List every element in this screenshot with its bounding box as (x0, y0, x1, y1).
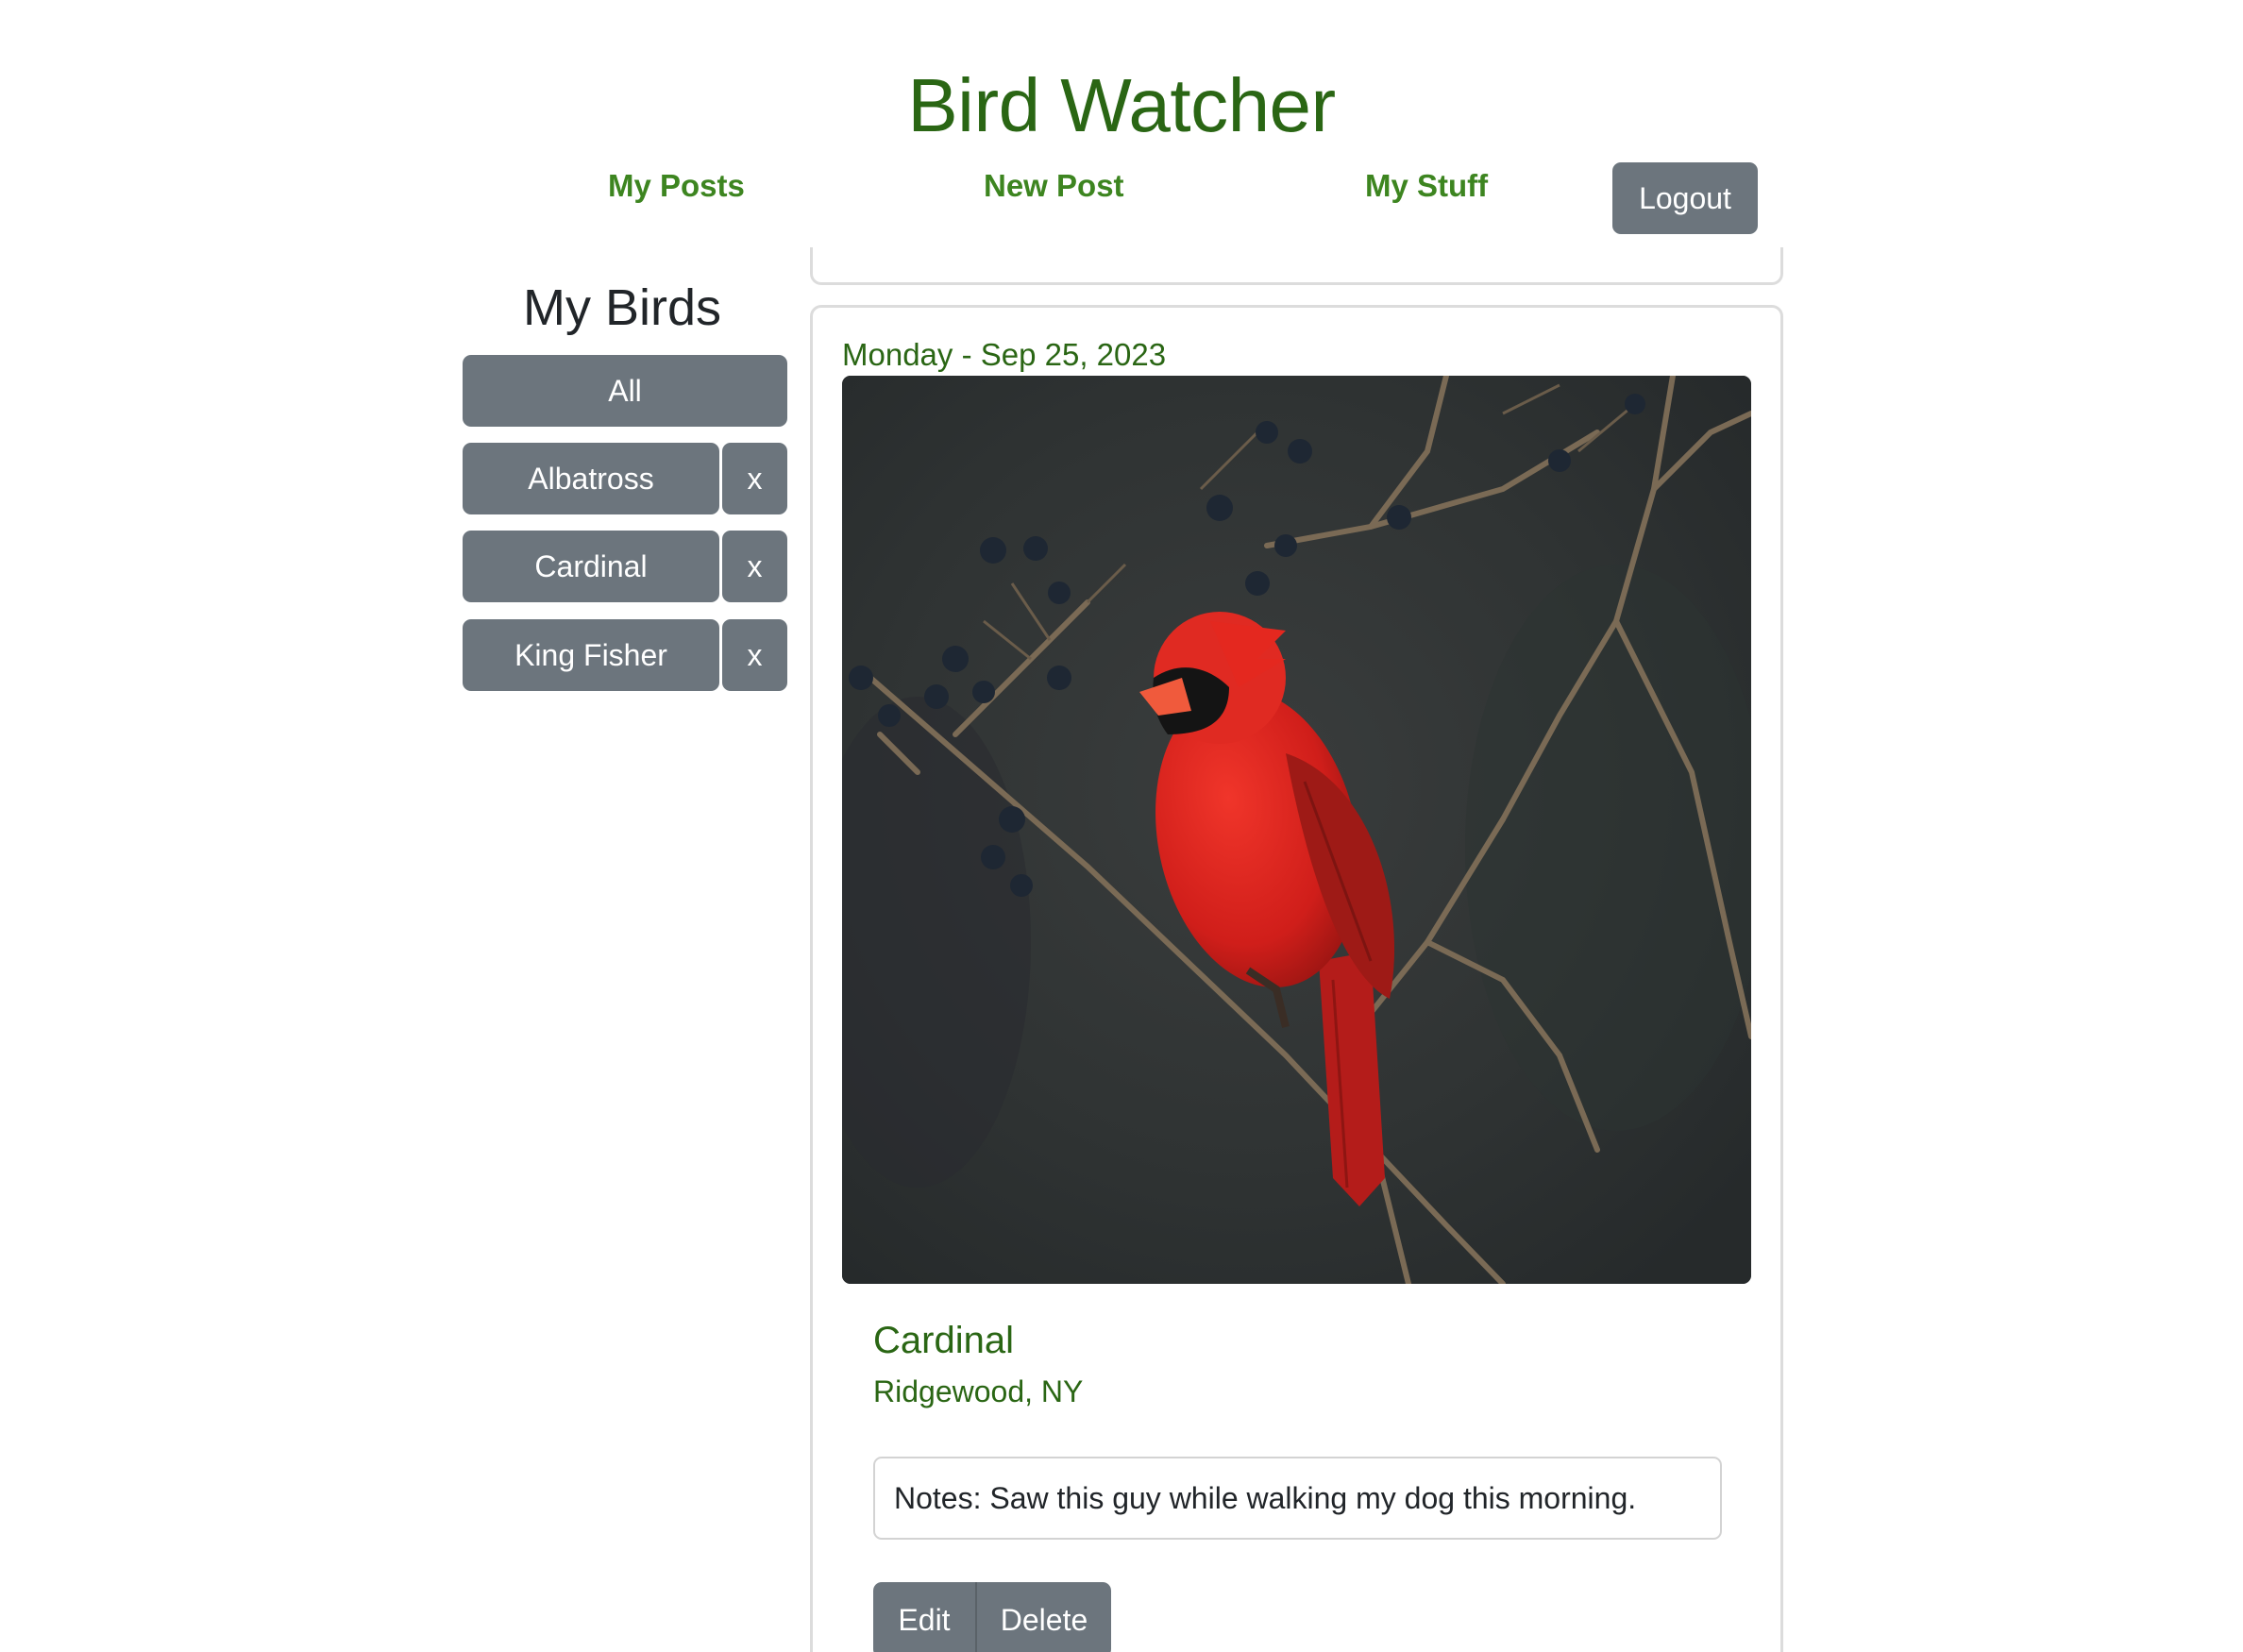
edit-post-button[interactable]: Edit (873, 1582, 975, 1652)
app-title: Bird Watcher (907, 63, 1336, 147)
filter-albatross-button[interactable]: Albatross (463, 443, 719, 514)
remove-king-fisher-button[interactable]: x (722, 619, 787, 691)
post-notes: Notes: Saw this guy while walking my dog… (873, 1457, 1722, 1540)
remove-cardinal-button[interactable]: x (722, 531, 787, 602)
page: Bird Watcher My Posts New Post My Stuff … (0, 0, 2243, 1652)
sidebar-title: My Birds (522, 279, 721, 336)
post-bird-name: Cardinal (873, 1320, 1014, 1361)
previous-post-card (810, 247, 1783, 285)
filter-all-button[interactable]: All (463, 355, 787, 427)
remove-albatross-button[interactable]: x (722, 443, 787, 514)
post-location: Ridgewood, NY (873, 1374, 1084, 1408)
filter-king-fisher-button[interactable]: King Fisher (463, 619, 719, 691)
filter-cardinal-button[interactable]: Cardinal (463, 531, 719, 602)
delete-post-button[interactable]: Delete (975, 1582, 1111, 1652)
nav-my-posts-link[interactable]: My Posts (608, 166, 745, 206)
logout-button[interactable]: Logout (1612, 162, 1758, 234)
post-date: Monday - Sep 25, 2023 (842, 337, 1167, 372)
nav-new-post-link[interactable]: New Post (984, 166, 1124, 206)
nav-my-stuff-link[interactable]: My Stuff (1365, 166, 1488, 206)
bird-photo (842, 376, 1751, 1284)
